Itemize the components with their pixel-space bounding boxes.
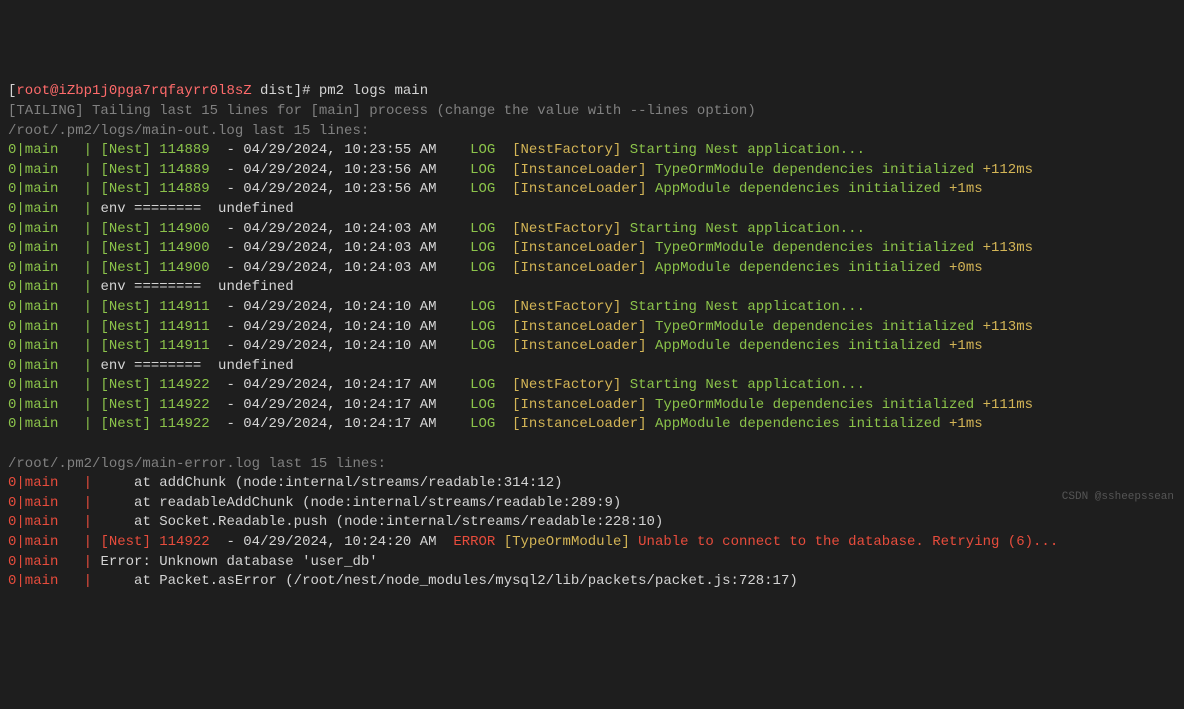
out-log-line: 0|main | [Nest] 114889 - 04/29/2024, 10:…: [8, 141, 1176, 161]
out-log-line: 0|main | [Nest] 114911 - 04/29/2024, 10:…: [8, 298, 1176, 318]
err-log-line: 0|main | at readableAddChunk (node:inter…: [8, 494, 1176, 514]
tailing-message: [TAILING] Tailing last 15 lines for [mai…: [8, 102, 1176, 122]
err-log-line: 0|main | at Packet.asError (/root/nest/n…: [8, 572, 1176, 592]
out-log-line: 0|main | [Nest] 114922 - 04/29/2024, 10:…: [8, 376, 1176, 396]
blank-line: [8, 435, 1176, 455]
out-log-header: /root/.pm2/logs/main-out.log last 15 lin…: [8, 122, 1176, 142]
err-log-header: /root/.pm2/logs/main-error.log last 15 l…: [8, 455, 1176, 475]
out-log-line: 0|main | [Nest] 114900 - 04/29/2024, 10:…: [8, 259, 1176, 279]
out-log-line: 0|main | [Nest] 114922 - 04/29/2024, 10:…: [8, 415, 1176, 435]
err-log-line: 0|main | [Nest] 114922 - 04/29/2024, 10:…: [8, 533, 1176, 553]
out-log-line: 0|main | env ======== undefined: [8, 357, 1176, 377]
command-text: pm2 logs main: [319, 83, 428, 99]
out-log-line: 0|main | env ======== undefined: [8, 278, 1176, 298]
out-log-line: 0|main | [Nest] 114900 - 04/29/2024, 10:…: [8, 220, 1176, 240]
out-log-line: 0|main | [Nest] 114889 - 04/29/2024, 10:…: [8, 161, 1176, 181]
out-log-line: 0|main | [Nest] 114922 - 04/29/2024, 10:…: [8, 396, 1176, 416]
out-log-line: 0|main | env ======== undefined: [8, 200, 1176, 220]
prompt-line: [root@iZbp1j0pga7rqfayrr0l8sZ dist]# pm2…: [8, 82, 1176, 102]
out-log-line: 0|main | [Nest] 114889 - 04/29/2024, 10:…: [8, 180, 1176, 200]
err-log-line: 0|main | at addChunk (node:internal/stre…: [8, 474, 1176, 494]
out-log-line: 0|main | [Nest] 114911 - 04/29/2024, 10:…: [8, 318, 1176, 338]
watermark-text: CSDN @ssheepssean: [1062, 490, 1174, 505]
err-log-line: 0|main | Error: Unknown database 'user_d…: [8, 553, 1176, 573]
out-log-line: 0|main | [Nest] 114911 - 04/29/2024, 10:…: [8, 337, 1176, 357]
out-log-line: 0|main | [Nest] 114900 - 04/29/2024, 10:…: [8, 239, 1176, 259]
err-log-line: 0|main | at Socket.Readable.push (node:i…: [8, 513, 1176, 533]
terminal-output[interactable]: [root@iZbp1j0pga7rqfayrr0l8sZ dist]# pm2…: [8, 82, 1176, 591]
